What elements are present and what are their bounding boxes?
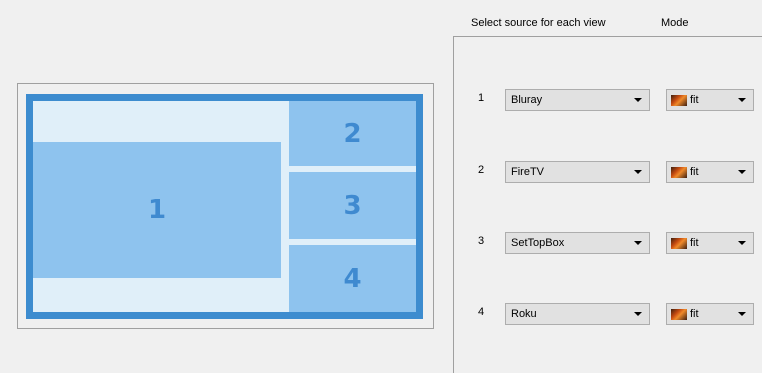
mode-value: fit [690, 166, 699, 178]
dropdown-arrow-icon [738, 241, 746, 245]
source-dropdown-3[interactable]: SetTopBox [505, 232, 650, 254]
mode-value: fit [690, 237, 699, 249]
layout-preview-frame: 1 2 3 4 [17, 83, 434, 329]
view-4-tile[interactable]: 4 [289, 245, 416, 312]
fit-image-icon [671, 309, 687, 320]
dropdown-arrow-icon [738, 98, 746, 102]
mode-value: fit [690, 308, 699, 320]
source-value: Roku [511, 308, 537, 320]
mode-dropdown-4[interactable]: fit [666, 303, 754, 325]
row-number: 2 [478, 164, 485, 176]
view-1-tile[interactable]: 1 [33, 142, 281, 278]
view-row-1: 1 Bluray fit [454, 89, 762, 111]
dropdown-arrow-icon [634, 241, 642, 245]
source-value: SetTopBox [511, 237, 565, 249]
mode-column-header: Mode [661, 17, 689, 29]
view-2-tile[interactable]: 2 [289, 101, 416, 166]
mode-value: fit [690, 94, 699, 106]
source-value: Bluray [511, 94, 543, 106]
row-number: 1 [478, 92, 485, 104]
row-number: 3 [478, 235, 485, 247]
dropdown-arrow-icon [634, 312, 642, 316]
dropdown-arrow-icon [634, 170, 642, 174]
fit-image-icon [671, 167, 687, 178]
view-row-2: 2 FireTV fit [454, 161, 762, 183]
layout-preview-border: 1 2 3 4 [26, 94, 423, 319]
source-selection-panel: 1 Bluray fit 2 FireTV fit 3 SetTopBox fi… [453, 36, 762, 373]
source-value: FireTV [511, 166, 544, 178]
row-number: 4 [478, 306, 485, 318]
fit-image-icon [671, 238, 687, 249]
source-dropdown-1[interactable]: Bluray [505, 89, 650, 111]
fit-image-icon [671, 95, 687, 106]
mode-dropdown-2[interactable]: fit [666, 161, 754, 183]
view-row-3: 3 SetTopBox fit [454, 232, 762, 254]
dropdown-arrow-icon [738, 170, 746, 174]
view-row-4: 4 Roku fit [454, 303, 762, 325]
mode-dropdown-3[interactable]: fit [666, 232, 754, 254]
mode-dropdown-1[interactable]: fit [666, 89, 754, 111]
source-dropdown-4[interactable]: Roku [505, 303, 650, 325]
layout-preview-canvas: 1 2 3 4 [33, 101, 416, 312]
source-dropdown-2[interactable]: FireTV [505, 161, 650, 183]
view-3-tile[interactable]: 3 [289, 172, 416, 239]
source-column-header: Select source for each view [471, 17, 606, 29]
dropdown-arrow-icon [738, 312, 746, 316]
dropdown-arrow-icon [634, 98, 642, 102]
